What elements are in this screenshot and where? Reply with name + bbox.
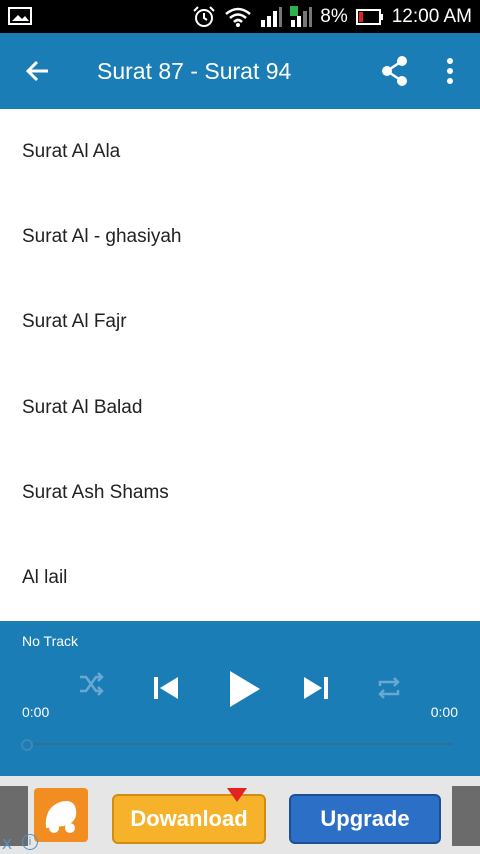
previous-icon[interactable] [152,674,180,702]
list-item-label: Surat Al Balad [22,396,143,418]
wifi-icon [225,7,252,27]
list-item-label: Surat Al Fajr [22,311,127,333]
more-vert-icon[interactable] [440,55,460,87]
surah-list: Surat Al Ala Surat Al - ghasiyah Surat A… [0,109,480,621]
list-item[interactable]: Surat Al Balad [0,365,480,450]
upgrade-button[interactable]: Upgrade [289,794,441,844]
signal-2-icon [290,5,313,27]
play-icon[interactable] [228,669,262,709]
list-item-label: Surat Ash Shams [22,481,169,503]
squirrel-icon [45,801,77,833]
share-icon[interactable] [380,55,410,87]
list-item[interactable]: Surat Al Fajr [0,280,480,365]
signal-icon [261,6,283,27]
track-title: No Track [22,633,79,649]
page-title: Surat 87 - Surat 94 [97,58,292,84]
uc-browser-logo[interactable] [34,788,88,842]
seek-knob[interactable] [21,739,33,751]
alarm-icon [193,5,215,27]
repeat-icon[interactable] [376,675,402,701]
ad-close-icon[interactable]: X [2,836,12,853]
back-arrow-icon[interactable] [22,55,54,87]
list-item-label: Al lail [22,567,68,589]
battery-percent: 8% [320,5,348,27]
list-item-label: Surat Al - ghasiyah [22,225,182,247]
image-icon [8,7,32,25]
elapsed-time: 0:00 [22,704,50,720]
list-item[interactable]: Surat Al Ala [0,109,480,194]
app-toolbar: Surat 87 - Surat 94 [0,33,480,109]
status-bar: 8% 12:00 AM [0,0,480,33]
audio-player: No Track 0:00 0:00 [0,621,480,776]
seek-bar[interactable] [22,743,452,745]
next-icon[interactable] [302,674,330,702]
clock: 12:00 AM [391,5,472,27]
ad-banner: Dowanload Upgrade X i [0,776,480,854]
total-time: 0:00 [430,704,458,720]
list-item-label: Surat Al Ala [22,140,121,162]
list-item[interactable]: Surat Ash Shams [0,450,480,535]
list-item[interactable]: Surat Al - ghasiyah [0,194,480,279]
arrow-down-icon [227,788,247,802]
shuffle-icon[interactable] [78,671,104,697]
list-item[interactable]: Al lail [0,535,480,620]
ad-side-image [452,786,480,846]
ad-info-icon[interactable]: i [22,834,38,850]
battery-icon [355,8,383,25]
